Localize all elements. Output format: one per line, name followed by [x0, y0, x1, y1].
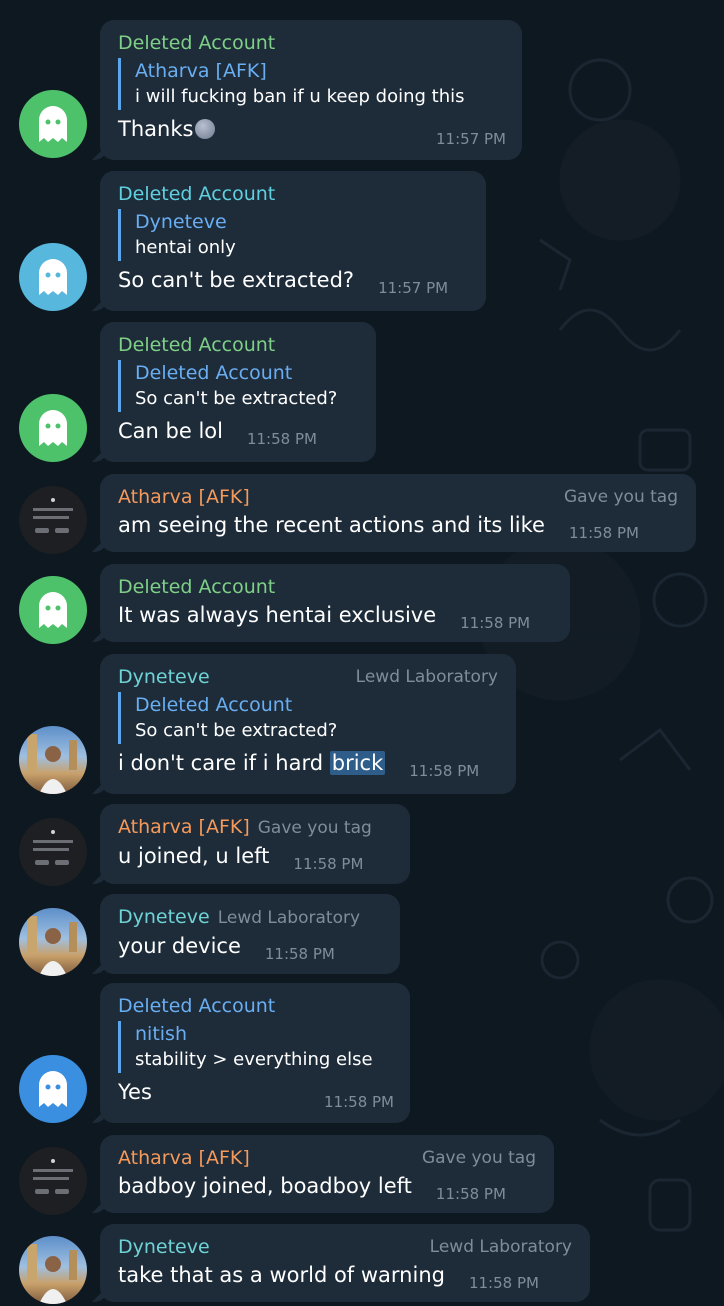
deleted-account-avatar[interactable] [19, 243, 87, 311]
reply-sender: Atharva [AFK] [135, 60, 267, 82]
reply-sender: Deleted Account [135, 362, 293, 384]
user-avatar-icon [33, 830, 73, 865]
ghost-icon [39, 106, 67, 142]
message-time: 11:58 PM [409, 762, 480, 780]
message-text: It was always hentai exclusive [118, 603, 437, 627]
reply-quote[interactable]: Dyneteve hentai only [118, 209, 468, 261]
message-bubble[interactable]: Atharva [AFK] Gave you tag u joined, u le… [92, 804, 410, 884]
message-bubble[interactable]: Deleted Account It was always hentai exc… [92, 564, 570, 642]
message-bubble[interactable]: Dyneteve Lewd Laboratory your device 11:58… [92, 894, 400, 974]
atharva-avatar[interactable] [19, 818, 87, 886]
message-bubble[interactable]: Atharva [AFK] Gave you tag am seeing the… [92, 474, 696, 552]
reply-quote[interactable]: Deleted Account So can't be extracted? [118, 692, 498, 744]
profile-photo-icon [27, 1244, 77, 1304]
sender-name[interactable]: Deleted Account [118, 574, 552, 600]
message-bubble[interactable]: Dyneteve Lewd Laboratory Deleted Account… [92, 654, 516, 794]
sender-name[interactable]: Deleted Account [118, 30, 504, 56]
message-text: u joined, u left [118, 844, 270, 868]
message-time: 11:58 PM [324, 1093, 394, 1111]
member-tag: Gave you tag [257, 818, 372, 838]
member-tag: Gave you tag [421, 1148, 536, 1168]
message-bubble[interactable]: Deleted Account nitish stability > every… [92, 983, 410, 1123]
user-avatar-icon [33, 1159, 73, 1194]
member-tag: Lewd Laboratory [217, 908, 361, 928]
message-text: your device [118, 934, 241, 958]
message-text: take that as a world of warning [118, 1263, 445, 1287]
message-text: Thanks [118, 117, 194, 141]
selected-text[interactable]: brick [329, 751, 386, 775]
reply-sender: nitish [135, 1023, 187, 1045]
message-text: So can't be extracted? [118, 268, 355, 292]
ghost-icon [39, 410, 67, 446]
atharva-avatar[interactable] [19, 1147, 87, 1215]
atharva-avatar[interactable] [19, 486, 87, 554]
message-text: Can be lol [118, 419, 223, 443]
deleted-account-avatar[interactable] [19, 1055, 87, 1123]
dyneteve-avatar[interactable] [19, 1236, 87, 1304]
deleted-account-avatar[interactable] [19, 90, 87, 158]
sender-name[interactable]: Deleted Account [118, 993, 392, 1019]
ghost-icon [39, 259, 67, 295]
dyneteve-avatar[interactable] [19, 908, 87, 976]
reply-quote[interactable]: Deleted Account So can't be extracted? [118, 360, 358, 412]
member-tag: Lewd Laboratory [429, 1237, 572, 1257]
emoji-icon [195, 119, 216, 139]
message-bubble[interactable]: Dyneteve Lewd Laboratory take that as a … [92, 1224, 590, 1302]
message-time: 11:58 PM [293, 855, 364, 873]
message-time: 11:57 PM [436, 130, 506, 148]
message-text: am seeing the recent actions and its lik… [118, 513, 545, 537]
message-bubble[interactable]: Deleted Account Dyneteve hentai only So … [92, 171, 486, 311]
ghost-icon [39, 592, 67, 628]
reply-text: hentai only [135, 237, 236, 258]
message-time: 11:58 PM [568, 524, 639, 542]
message-bubble[interactable]: Atharva [AFK] Gave you tag badboy joined… [92, 1135, 554, 1213]
message-text: i don't care if i hard [118, 751, 330, 775]
reply-text: So can't be extracted? [135, 388, 338, 409]
reply-quote[interactable]: nitish stability > everything else [118, 1021, 392, 1073]
ghost-icon [39, 1071, 67, 1107]
message-text: badboy joined, boadboy left [118, 1174, 412, 1198]
sender-name[interactable]: Atharva [AFK] [118, 816, 250, 838]
user-avatar-icon [33, 498, 73, 533]
reply-sender: Dyneteve [135, 211, 227, 233]
message-time: 11:58 PM [468, 1274, 539, 1292]
sender-name[interactable]: Deleted Account [118, 332, 358, 358]
message-time: 11:57 PM [378, 279, 449, 297]
deleted-account-avatar[interactable] [19, 394, 87, 462]
reply-text: So can't be extracted? [135, 720, 338, 741]
message-time: 11:58 PM [435, 1185, 506, 1203]
chat-background: Deleted Account Atharva [AFK] i will fuc… [0, 0, 724, 1306]
message-time: 11:58 PM [460, 614, 531, 632]
reply-quote[interactable]: Atharva [AFK] i will fucking ban if u ke… [118, 58, 504, 110]
message-time: 11:58 PM [264, 945, 335, 963]
sender-name[interactable]: Dyneteve [118, 906, 210, 928]
message-bubble[interactable]: Deleted Account Deleted Account So can't… [92, 322, 376, 462]
sender-name[interactable]: Deleted Account [118, 181, 468, 207]
member-tag: Lewd Laboratory [355, 667, 498, 687]
message-time: 11:58 PM [246, 430, 317, 448]
reply-text: i will fucking ban if u keep doing this [135, 86, 465, 107]
message-text: Yes [118, 1080, 152, 1104]
message-bubble[interactable]: Deleted Account Atharva [AFK] i will fuc… [92, 20, 522, 160]
deleted-account-avatar[interactable] [19, 576, 87, 644]
reply-text: stability > everything else [135, 1049, 373, 1070]
member-tag: Gave you tag [563, 487, 678, 507]
dyneteve-avatar[interactable] [19, 726, 87, 794]
profile-photo-icon [27, 916, 77, 976]
reply-sender: Deleted Account [135, 694, 293, 716]
profile-photo-icon [27, 734, 77, 794]
